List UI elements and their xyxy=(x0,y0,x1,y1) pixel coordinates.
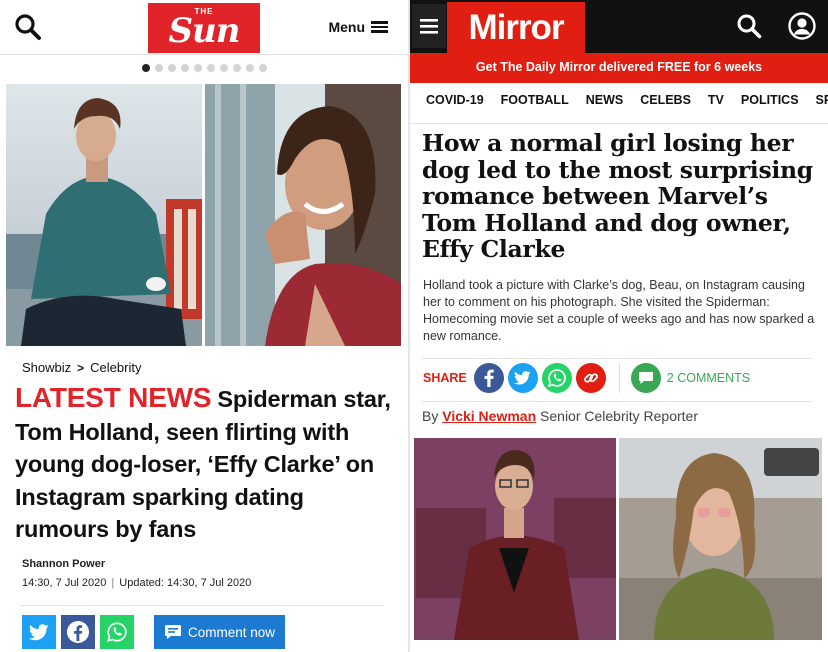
carousel-dot[interactable] xyxy=(258,64,267,72)
chevron-right-icon: > xyxy=(77,360,85,375)
twitter-share-button[interactable] xyxy=(22,615,56,649)
divider xyxy=(20,605,384,606)
nav-item-spo[interactable]: SPO xyxy=(816,93,828,107)
carousel-dot[interactable] xyxy=(154,64,163,72)
sun-logo[interactable]: THE Sun xyxy=(148,3,260,53)
carousel-dot[interactable] xyxy=(232,64,241,72)
comment-now-label: Comment now xyxy=(187,624,276,640)
mirror-article-panel: Mirror Get The Daily Mirror delivered FR… xyxy=(410,0,828,652)
nav-item-tv[interactable]: TV xyxy=(708,93,724,107)
article-headline: How a normal girl losing her dog led to … xyxy=(422,129,813,263)
breadcrumb-celebrity[interactable]: Celebrity xyxy=(90,360,141,375)
breadcrumb: Showbiz > Celebrity xyxy=(22,360,141,375)
whatsapp-icon xyxy=(547,369,566,388)
speech-bubble-icon xyxy=(164,625,181,639)
nav-divider xyxy=(410,123,828,124)
facebook-icon xyxy=(484,369,494,387)
divider xyxy=(422,401,812,402)
updated-date: Updated: 14:30, 7 Jul 2020 xyxy=(119,577,252,589)
sun-article-panel: THE Sun Menu Showbiz > Celebrity LATEST … xyxy=(0,0,408,652)
whatsapp-share-button[interactable] xyxy=(541,363,572,393)
publish-info: 14:30, 7 Jul 2020 | Updated: 14:30, 7 Jul … xyxy=(22,577,251,589)
mirror-header: Mirror Get The Daily Mirror delivered FR… xyxy=(410,0,828,83)
headline-kicker: LATEST NEWS xyxy=(15,382,212,413)
tom-holland-photo xyxy=(6,84,202,346)
nav-item-covid-19[interactable]: COVID-19 xyxy=(426,93,484,107)
copy-link-button[interactable] xyxy=(575,363,606,393)
whatsapp-share-button[interactable] xyxy=(100,615,134,649)
date-separator: | xyxy=(111,577,115,589)
facebook-icon xyxy=(67,621,89,643)
hamburger-icon xyxy=(420,19,438,34)
menu-label: Menu xyxy=(328,19,365,35)
published-date: 14:30, 7 Jul 2020 xyxy=(22,577,107,589)
section-nav: COVID-19 FOOTBALL NEWS CELEBS TV POLITICS SPO xyxy=(426,93,828,107)
breadcrumb-showbiz[interactable]: Showbiz xyxy=(22,360,71,375)
whatsapp-icon xyxy=(107,622,127,642)
comments-button[interactable] xyxy=(630,363,661,393)
carousel-dot[interactable] xyxy=(180,64,189,72)
facebook-share-button[interactable] xyxy=(473,363,504,393)
nav-item-news[interactable]: NEWS xyxy=(586,93,624,107)
article-photo xyxy=(414,438,822,640)
carousel-dot[interactable] xyxy=(245,64,254,72)
search-icon[interactable] xyxy=(736,13,762,39)
twitter-share-button[interactable] xyxy=(507,363,538,393)
sun-header: THE Sun Menu xyxy=(0,0,408,55)
search-icon[interactable] xyxy=(14,13,42,41)
hamburger-menu-button[interactable] xyxy=(412,4,446,48)
link-icon xyxy=(583,373,598,383)
comments-count-link[interactable]: 2 COMMENTS xyxy=(667,371,750,385)
sun-logo-text: Sun xyxy=(168,11,241,51)
user-account-icon[interactable] xyxy=(788,12,816,40)
share-bar: Comment now xyxy=(22,615,285,649)
carousel-indicator[interactable] xyxy=(0,64,408,72)
subscription-promo-link[interactable]: Get The Daily Mirror delivered FREE for … xyxy=(410,60,828,74)
byline-prefix: By xyxy=(422,408,439,424)
article-image[interactable] xyxy=(414,438,822,640)
share-label: SHARE xyxy=(423,371,467,385)
carousel-dot[interactable] xyxy=(219,64,228,72)
author-role: Senior Celebrity Reporter xyxy=(540,408,698,424)
divider xyxy=(422,358,812,359)
nav-item-politics[interactable]: POLITICS xyxy=(741,93,799,107)
carousel-dot[interactable] xyxy=(141,64,150,72)
twitter-icon xyxy=(514,371,531,385)
carousel-dot[interactable] xyxy=(193,64,202,72)
speech-bubble-icon xyxy=(638,372,653,384)
facebook-share-button[interactable] xyxy=(61,615,95,649)
mirror-logo[interactable]: Mirror xyxy=(447,2,585,53)
author-name[interactable]: Shannon Power xyxy=(22,558,105,570)
nav-item-football[interactable]: FOOTBALL xyxy=(501,93,569,107)
menu-button[interactable]: Menu xyxy=(328,19,388,35)
photo-gallery[interactable] xyxy=(6,84,401,346)
effy-clarke-photo xyxy=(205,84,401,346)
nav-item-celebs[interactable]: CELEBS xyxy=(640,93,691,107)
twitter-icon xyxy=(29,623,49,640)
carousel-dot[interactable] xyxy=(167,64,176,72)
carousel-dot[interactable] xyxy=(206,64,215,72)
article-headline: LATEST NEWS Spiderman star, Tom Holland, … xyxy=(15,382,395,546)
share-separator xyxy=(618,363,620,393)
share-bar: SHARE 2 COMMENTS xyxy=(423,363,750,393)
article-standfirst: Holland took a picture with Clarke’s dog… xyxy=(423,278,815,343)
hamburger-icon xyxy=(371,21,388,33)
byline: By Vicki Newman Senior Celebrity Reporte… xyxy=(422,408,698,424)
comment-now-button[interactable]: Comment now xyxy=(154,615,285,649)
author-link[interactable]: Vicki Newman xyxy=(442,408,536,424)
